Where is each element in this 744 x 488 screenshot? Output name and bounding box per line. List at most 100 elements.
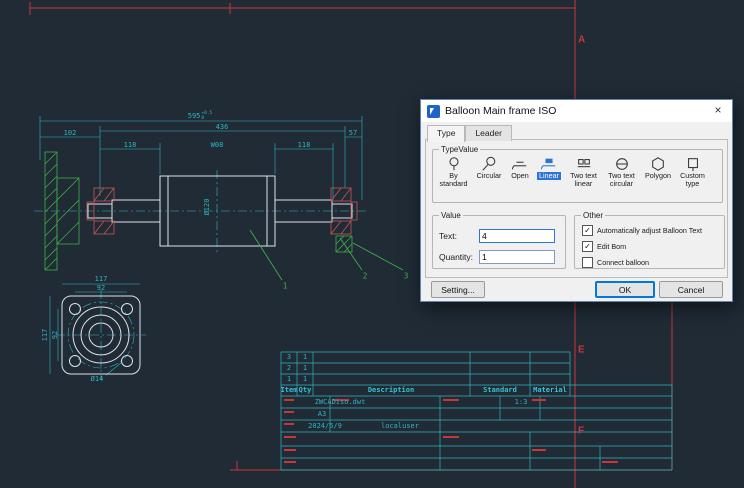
- dim-118-left: 118: [124, 141, 137, 149]
- type-option-open[interactable]: Open: [507, 156, 533, 188]
- flange-dim-92-top: 92: [97, 284, 105, 292]
- parts-row-item: 1: [287, 375, 291, 383]
- value-group: Value Text: Quantity:: [432, 211, 566, 269]
- dim-57: 57: [349, 129, 357, 137]
- flange-dim-92-left: 92: [51, 331, 59, 339]
- other-group: Other ✓ Automatically adjust Balloon Tex…: [574, 211, 725, 269]
- dim-436: 436: [216, 123, 229, 131]
- circular-icon: [481, 156, 497, 172]
- parts-row-item: 3: [287, 353, 291, 361]
- quantity-input[interactable]: [479, 250, 555, 264]
- dim-102: 102: [64, 129, 77, 137]
- title-block-field-labels: [284, 399, 618, 463]
- checkbox-box: ✓: [582, 225, 593, 236]
- checkbox-label: Connect balloon: [597, 258, 649, 267]
- parts-row-qty: 1: [303, 375, 307, 383]
- by-standard-icon: [446, 156, 462, 172]
- balloon-3[interactable]: 3: [404, 272, 409, 281]
- header-material: Material: [533, 386, 567, 394]
- text-label: Text:: [439, 231, 479, 241]
- date-value: 2024/5/9: [308, 422, 342, 430]
- dim-dia120: Ø120: [203, 199, 211, 216]
- typevalue-group: TypeValue By standard Circular Open: [432, 145, 723, 203]
- header-qty: Qty: [299, 386, 312, 394]
- other-group-label: Other: [581, 211, 605, 220]
- text-input[interactable]: [479, 229, 555, 243]
- header-item: Item: [281, 386, 298, 394]
- parts-row-item: 2: [287, 364, 291, 372]
- checkbox-label: Edit Bom: [597, 242, 626, 251]
- dialog-tabs: Type Leader: [427, 125, 512, 141]
- user-value: localuser: [381, 422, 419, 430]
- centerlines: [34, 170, 366, 380]
- header-description: Description: [368, 386, 414, 394]
- tab-leader[interactable]: Leader: [465, 125, 511, 141]
- template-name: ZWCADiso.dwt: [315, 398, 366, 406]
- checkbox-box: [582, 257, 593, 268]
- zone-label-a: A: [578, 35, 585, 46]
- dialog-title: Balloon Main frame ISO: [445, 105, 556, 117]
- zone-label-f: F: [578, 426, 584, 437]
- parts-row-qty: 1: [303, 353, 307, 361]
- flange-dim-117-left: 117: [41, 329, 49, 342]
- two-text-circular-icon: [614, 156, 630, 172]
- balloon-dialog: Balloon Main frame ISO × Type Leader Typ…: [420, 99, 733, 302]
- value-group-label: Value: [439, 211, 463, 220]
- dim-overall-tolerance: +0.5 0: [201, 111, 212, 121]
- type-option-by-standard[interactable]: By standard: [436, 156, 471, 188]
- quantity-row: Quantity:: [439, 250, 559, 264]
- tab-type[interactable]: Type: [427, 125, 465, 142]
- polygon-icon: [650, 156, 666, 172]
- cad-workspace[interactable]: A E F 595 +0.5 0 436 102 57 118 W08 118 …: [0, 0, 744, 488]
- option-label: circular: [610, 180, 633, 188]
- sheet-size: A3: [318, 410, 326, 418]
- two-text-linear-icon: [576, 156, 592, 172]
- linear-icon: [541, 156, 557, 172]
- option-label: Circular: [477, 172, 502, 180]
- option-label: Polygon: [645, 172, 671, 180]
- scale-value: 1:3: [515, 398, 528, 406]
- option-label: type: [686, 180, 700, 188]
- tab-pane: TypeValue By standard Circular Open: [425, 139, 728, 278]
- type-option-custom[interactable]: Custom type: [676, 156, 709, 188]
- text-row: Text:: [439, 229, 559, 243]
- flange-dim-dia14: Ø14: [91, 375, 104, 383]
- zone-label-e: E: [578, 345, 585, 356]
- option-label: linear: [575, 180, 593, 188]
- balloon-1[interactable]: 1: [283, 282, 288, 291]
- option-label: standard: [440, 180, 468, 188]
- dim-overall: 595 +0.5 0: [188, 111, 213, 121]
- dialog-titlebar[interactable]: Balloon Main frame ISO ×: [421, 100, 732, 122]
- type-option-linear[interactable]: Linear: [534, 156, 564, 188]
- typevalue-label: TypeValue: [439, 145, 480, 154]
- dim-overall-value: 595: [188, 112, 201, 120]
- parts-row-qty: 1: [303, 364, 307, 372]
- dim-118-right: 118: [298, 141, 311, 149]
- checkbox-label: Automatically adjust Balloon Text: [597, 226, 702, 235]
- quantity-label: Quantity:: [439, 252, 479, 262]
- checkbox-auto-adjust[interactable]: ✓ Automatically adjust Balloon Text: [582, 225, 721, 236]
- checkbox-connect-balloon[interactable]: Connect balloon: [582, 257, 721, 268]
- cancel-button[interactable]: Cancel: [659, 281, 723, 298]
- open-icon: [512, 156, 528, 172]
- app-icon: [427, 105, 440, 118]
- option-label: Open: [511, 172, 529, 180]
- checkbox-edit-bom[interactable]: ✓ Edit Bom: [582, 241, 721, 252]
- header-standard: Standard: [483, 386, 517, 394]
- type-option-two-text-linear[interactable]: Two text linear: [565, 156, 602, 188]
- balloon-2[interactable]: 2: [363, 272, 368, 281]
- balloon-type-options: By standard Circular Open Linear: [433, 154, 722, 188]
- custom-type-icon: [685, 156, 701, 172]
- type-option-circular[interactable]: Circular: [472, 156, 506, 188]
- type-option-polygon[interactable]: Polygon: [641, 156, 675, 188]
- close-icon[interactable]: ×: [704, 100, 732, 122]
- balloon-leaders: [250, 230, 403, 280]
- flange-dim-117-top: 117: [95, 275, 108, 283]
- setting-button[interactable]: Setting...: [431, 281, 485, 298]
- ok-button[interactable]: OK: [595, 281, 655, 298]
- tol-lower: 0: [201, 116, 212, 121]
- title-block-grid: [281, 352, 672, 470]
- type-option-two-text-circular[interactable]: Two text circular: [603, 156, 640, 188]
- option-label: Linear: [537, 172, 561, 180]
- checkbox-box: ✓: [582, 241, 593, 252]
